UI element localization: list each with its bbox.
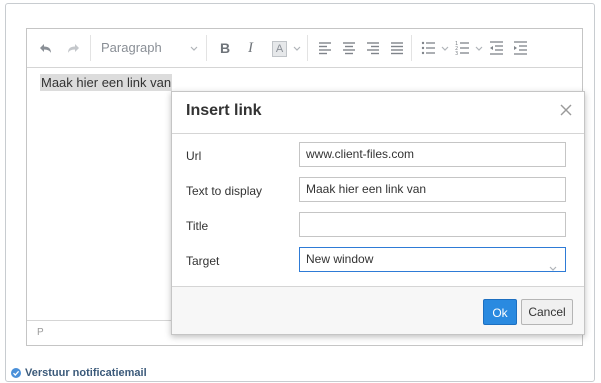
dialog-footer: Ok Cancel <box>172 286 584 334</box>
chevron-down-icon[interactable] <box>293 38 301 58</box>
align-right-icon[interactable] <box>366 38 380 58</box>
title-field[interactable] <box>299 212 566 237</box>
editor-selected-text[interactable]: Maak hier een link van <box>40 74 173 91</box>
outdent-icon[interactable] <box>489 38 504 58</box>
indent-icon[interactable] <box>513 38 528 58</box>
target-label: Target <box>186 254 220 268</box>
editor-toolbar: Paragraph B I A 1 2 3 <box>27 29 582 68</box>
url-label: Url <box>186 149 202 163</box>
target-select[interactable]: New window <box>299 247 566 272</box>
align-justify-icon[interactable] <box>390 38 404 58</box>
dialog-title: Insert link <box>186 102 262 119</box>
format-select-label: Paragraph <box>101 40 162 55</box>
toolbar-separator <box>411 35 412 61</box>
bullet-list-icon[interactable] <box>421 38 436 58</box>
chevron-down-icon[interactable] <box>475 38 483 58</box>
bold-button[interactable]: B <box>220 38 230 58</box>
url-field[interactable]: www.client-files.com <box>299 142 566 167</box>
toolbar-separator <box>206 35 207 61</box>
italic-button[interactable]: I <box>248 38 253 58</box>
align-left-icon[interactable] <box>318 38 332 58</box>
check-icon <box>11 368 21 378</box>
element-path[interactable]: P <box>37 327 44 338</box>
redo-icon[interactable] <box>66 38 80 58</box>
format-select[interactable]: Paragraph <box>101 38 162 58</box>
title-label: Title <box>186 219 209 233</box>
notification-label: Verstuur notificatiemail <box>25 367 147 379</box>
text-to-display-label: Text to display <box>186 184 263 198</box>
close-icon[interactable] <box>560 103 572 121</box>
bold-label: B <box>220 40 231 56</box>
ok-button[interactable]: Ok <box>483 299 517 325</box>
notification-checkbox[interactable]: Verstuur notificatiemail <box>11 367 147 379</box>
align-center-icon[interactable] <box>342 38 356 58</box>
insert-link-dialog: Insert link Url www.client-files.com Tex… <box>171 91 585 335</box>
dialog-header: Insert link <box>172 92 584 134</box>
numbered-list-icon[interactable]: 123 <box>455 38 470 58</box>
italic-label: I <box>248 40 253 56</box>
target-select-value: New window <box>306 252 374 266</box>
text-to-display-field[interactable]: Maak hier een link van <box>299 177 566 202</box>
toolbar-separator <box>90 35 91 61</box>
undo-icon[interactable] <box>39 38 53 58</box>
text-color-button[interactable]: A <box>272 38 287 58</box>
svg-text:3: 3 <box>455 51 458 57</box>
chevron-down-icon[interactable] <box>190 38 198 58</box>
chevron-down-icon <box>549 257 557 280</box>
toolbar-separator <box>307 35 308 61</box>
chevron-down-icon[interactable] <box>441 38 449 58</box>
cancel-button[interactable]: Cancel <box>521 299 573 325</box>
text-color-label: A <box>272 41 287 57</box>
